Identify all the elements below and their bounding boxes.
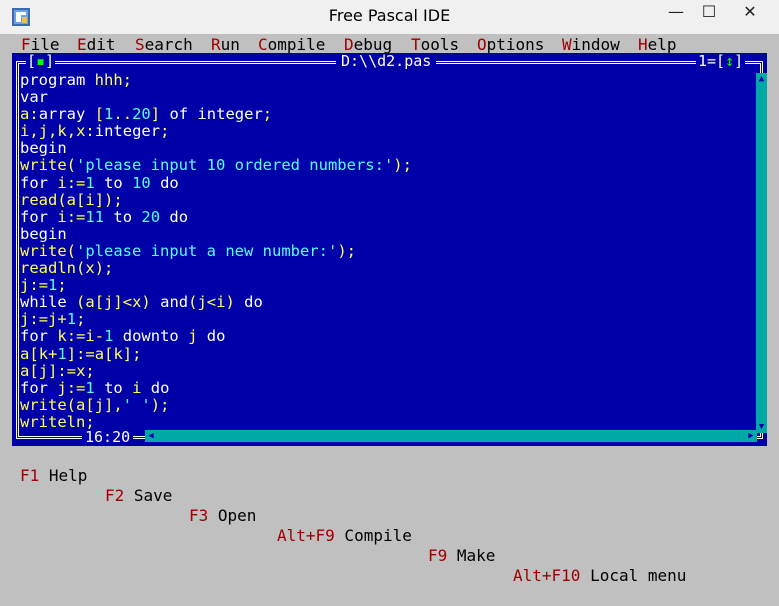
minimize-button[interactable]: — <box>659 0 693 28</box>
code-line[interactable]: begin <box>20 140 745 157</box>
code-line[interactable]: write('please input a new number:'); <box>20 242 745 260</box>
scroll-left-icon[interactable]: ◀ <box>145 430 157 442</box>
code-line[interactable]: var <box>20 89 745 106</box>
ide-window: Free Pascal IDE — ☐ ✕ File Edit Search R… <box>0 0 779 585</box>
menu-compile[interactable]: Compile <box>258 34 325 55</box>
status-bar: F1 Help F2 Save F3 Open Alt+F9 Compile F… <box>12 446 767 585</box>
menu-options[interactable]: Options <box>477 34 544 55</box>
editor-zoom-box[interactable]: 1=[↕] <box>696 52 746 70</box>
code-line[interactable]: a[k+1]:=a[k]; <box>20 345 745 363</box>
menu-help[interactable]: Help <box>638 34 677 55</box>
code-area[interactable]: program hhh; var a:array [1..20] of intege… <box>20 71 745 431</box>
close-window-button[interactable]: ✕ <box>726 0 774 28</box>
code-line[interactable]: while (a[j]<x) and(j<i) do <box>20 294 745 311</box>
code-line[interactable]: readln(x); <box>20 259 745 277</box>
status-help[interactable]: F1 Help <box>20 466 87 486</box>
scroll-right-icon[interactable]: ▶ <box>745 430 757 442</box>
scroll-up-icon[interactable]: ▲ <box>756 73 767 85</box>
code-line[interactable]: write('please input 10 ordered numbers:'… <box>20 157 745 174</box>
menu-run[interactable]: Run <box>211 34 240 55</box>
menu-bar: File Edit Search Run Compile Debug Tools… <box>12 34 767 55</box>
code-line[interactable]: i,j,k,x:integer; <box>20 123 745 140</box>
menu-search[interactable]: Search <box>135 34 193 55</box>
status-local-menu[interactable]: Alt+F10 Local menu <box>513 566 686 586</box>
editor-window[interactable]: [▪] D:\\d2.pas 1=[↕] program hhh; var a:ar… <box>12 53 767 446</box>
code-line[interactable]: read(a[i]); <box>20 191 745 209</box>
menu-window[interactable]: Window <box>562 34 620 55</box>
maximize-button[interactable]: ☐ <box>692 0 726 28</box>
code-line[interactable]: begin <box>20 225 745 243</box>
title-bar: Free Pascal IDE — ☐ ✕ <box>0 0 779 34</box>
code-line[interactable]: a[j]:=x; <box>20 362 745 380</box>
code-line[interactable]: a:array [1..20] of integer; <box>20 106 745 123</box>
code-line[interactable]: for i:=1 to 10 do <box>20 174 745 192</box>
code-line[interactable]: for i:=11 to 20 do <box>20 208 745 226</box>
code-line[interactable]: j:=1; <box>20 277 745 294</box>
code-line[interactable]: for k:=i-1 downto j do <box>20 328 745 345</box>
code-line[interactable]: j:=j+1; <box>20 311 745 328</box>
horizontal-scrollbar[interactable]: ◀ ▶ <box>145 430 757 442</box>
vertical-scrollbar[interactable]: ▲ ▼ <box>756 73 767 433</box>
code-line[interactable]: program hhh; <box>20 71 745 89</box>
editor-filename: D:\\d2.pas <box>336 53 437 70</box>
code-line[interactable]: for j:=1 to i do <box>20 379 745 397</box>
close-box-icon: ▪ <box>36 52 46 70</box>
menu-edit[interactable]: Edit <box>77 34 116 55</box>
zoom-arrows-icon: ↕ <box>725 52 735 70</box>
status-make[interactable]: F9 Make <box>428 546 495 566</box>
editor-close-box[interactable]: [▪] <box>26 52 56 70</box>
status-save[interactable]: F2 Save <box>105 486 172 506</box>
cursor-position: 16:20 <box>82 429 134 446</box>
code-line[interactable]: write(a[j],' '); <box>20 396 745 414</box>
scroll-down-icon[interactable]: ▼ <box>756 421 767 433</box>
status-open[interactable]: F3 Open <box>189 506 256 526</box>
status-compile[interactable]: Alt+F9 Compile <box>277 526 412 546</box>
